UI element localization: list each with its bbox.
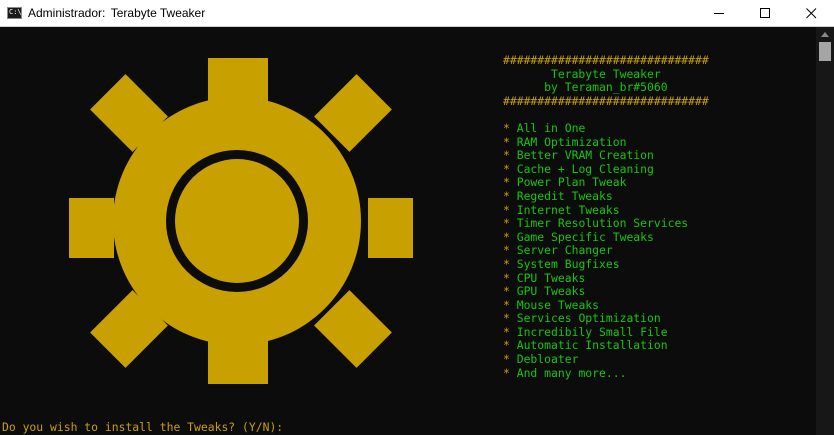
gear-lightning-logo	[69, 58, 413, 384]
menu-item-label: Better VRAM Creation	[516, 148, 654, 163]
header-border-bottom: ##############################	[503, 93, 709, 108]
window-title-text: Terabyte Tweaker	[110, 6, 206, 20]
menu-item-label: Automatic Installation	[516, 338, 668, 353]
scrollbar[interactable]	[816, 27, 834, 435]
minimize-button[interactable]	[696, 0, 742, 26]
menu-bullet: *	[503, 188, 517, 203]
menu-item: * Game Specific Tweaks	[503, 230, 654, 244]
menu-bullet: *	[503, 229, 517, 244]
menu-item-label: Internet Tweaks	[516, 202, 620, 217]
menu-bullet: *	[503, 175, 517, 190]
menu-item-label: RAM Optimization	[516, 134, 627, 149]
menu-bullet: *	[503, 297, 517, 312]
cmd-icon-text: C:\	[9, 8, 22, 16]
menu-item-label: System Bugfixes	[516, 256, 620, 271]
menu-bullet: *	[503, 311, 517, 326]
menu-item: * Incredibily Small File	[503, 325, 668, 339]
close-button[interactable]	[788, 0, 834, 26]
menu-item: * Debloater	[503, 352, 578, 366]
menu-item-label: All in One	[516, 120, 586, 135]
menu-item-label: And many more...	[516, 365, 627, 380]
close-icon	[805, 7, 816, 18]
menu-bullet: *	[503, 365, 517, 380]
header-title: Terabyte Tweaker	[503, 66, 661, 81]
menu-item-label: CPU Tweaks	[516, 270, 586, 285]
menu-item-label: Incredibily Small File	[516, 324, 668, 339]
menu-bullet: *	[503, 202, 517, 217]
menu-item-label: Game Specific Tweaks	[516, 229, 654, 244]
menu-item-label: GPU Tweaks	[516, 284, 586, 299]
menu-item-label: Mouse Tweaks	[516, 297, 600, 312]
menu-bullet: *	[503, 120, 517, 135]
menu-bullet: *	[503, 338, 517, 353]
menu-panel: ############################## Terabyte …	[503, 53, 709, 380]
menu-item-label: Cache + Log Cleaning	[516, 161, 654, 176]
menu-list: * All in One * RAM Optimization * Better…	[503, 121, 688, 380]
menu-item-label: Debloater	[516, 352, 579, 367]
menu-item: * Services Optimization	[503, 311, 661, 325]
menu-item-label: Power Plan Tweak	[516, 175, 627, 190]
window-title-prefix: Administrador:	[28, 6, 106, 20]
window-title: Administrador: Terabyte Tweaker	[28, 6, 205, 20]
menu-bullet: *	[503, 243, 517, 258]
menu-item: * System Bugfixes	[503, 257, 620, 271]
menu-item: * Better VRAM Creation	[503, 148, 654, 162]
menu-item: * Regedit Tweaks	[503, 189, 613, 203]
scrollbar-thumb[interactable]	[819, 42, 831, 61]
menu-bullet: *	[503, 216, 517, 231]
menu-item: * Cache + Log Cleaning	[503, 162, 654, 176]
maximize-button[interactable]	[742, 0, 788, 26]
minimize-icon	[713, 12, 724, 14]
menu-item-label: Server Changer	[516, 243, 613, 258]
window-titlebar[interactable]: C:\ Administrador: Terabyte Tweaker	[0, 0, 834, 27]
menu-item-label: Timer Resolution Services	[516, 216, 689, 231]
menu-item: * Automatic Installation	[503, 338, 668, 353]
menu-item: * Timer Resolution Services	[503, 216, 688, 230]
menu-item: * Internet Tweaks	[503, 203, 620, 217]
menu-bullet: *	[503, 148, 517, 163]
menu-item: * RAM Optimization	[503, 135, 626, 149]
menu-item: * GPU Tweaks	[503, 284, 585, 298]
terminal-area[interactable]: ############################## Terabyte …	[0, 27, 816, 435]
menu-item: * All in One	[503, 121, 585, 135]
maximize-icon	[759, 7, 770, 18]
menu-item: * And many more...	[503, 366, 626, 380]
menu-item: * CPU Tweaks	[503, 271, 585, 285]
menu-bullet: *	[503, 324, 517, 339]
install-prompt[interactable]: Do you wish to install the Tweaks? (Y/N)…	[2, 420, 290, 434]
menu-bullet: *	[503, 284, 517, 299]
header-border-top: ##############################	[503, 53, 709, 67]
menu-item: * Server Changer	[503, 243, 613, 258]
menu-bullet: *	[503, 352, 517, 367]
chevron-up-icon	[821, 31, 829, 37]
menu-bullet: *	[503, 270, 517, 285]
scroll-up-button[interactable]	[816, 27, 834, 41]
cmd-icon[interactable]: C:\	[7, 7, 22, 19]
menu-item: * Mouse Tweaks	[503, 298, 599, 312]
menu-item-label: Services Optimization	[516, 311, 661, 326]
menu-bullet: *	[503, 256, 517, 271]
menu-item: * Power Plan Tweak	[503, 175, 627, 190]
menu-item-label: Regedit Tweaks	[516, 188, 613, 203]
menu-bullet: *	[503, 134, 517, 149]
menu-bullet: *	[503, 161, 517, 176]
header-author: by Teraman_br#5060	[503, 80, 668, 95]
